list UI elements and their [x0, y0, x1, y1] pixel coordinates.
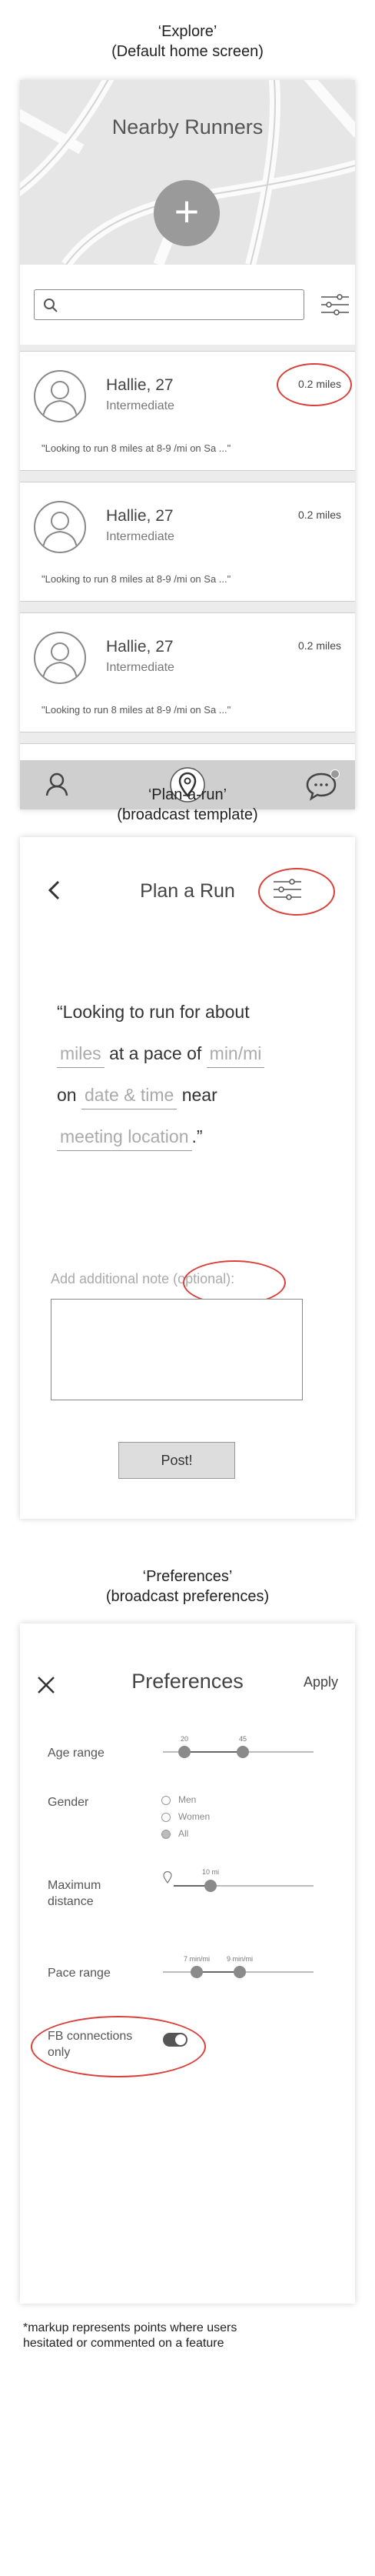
- quote-line-2: miles at a pace of min/mi: [57, 1043, 265, 1068]
- runner-level: Intermediate: [106, 399, 174, 412]
- runner-level: Intermediate: [106, 661, 174, 674]
- miles-field[interactable]: miles: [57, 1043, 105, 1068]
- prefs-caption-title: ‘Preferences’: [142, 1568, 233, 1585]
- runner-level: Intermediate: [106, 530, 174, 543]
- runner-distance: 0.2 miles: [297, 509, 341, 521]
- runner-name: Hallie, 27: [106, 376, 174, 394]
- map-strip: [20, 471, 355, 482]
- plan-caption-title: ‘Plan-a-run’: [148, 786, 227, 803]
- age-max-value: 45: [238, 1735, 247, 1743]
- runner-name: Hallie, 27: [106, 638, 174, 656]
- max-distance-label-line2: distance: [48, 1895, 94, 1908]
- gender-label: Gender: [48, 1796, 89, 1809]
- runner-card[interactable]: Hallie, 27 Intermediate 0.2 miles "Looki…: [20, 482, 355, 602]
- avatar: [34, 632, 86, 684]
- age-max-knob[interactable]: [237, 1746, 249, 1758]
- pace-max-knob[interactable]: [234, 1966, 246, 1978]
- runner-distance: 0.2 miles: [297, 639, 341, 652]
- notification-badge: [330, 769, 340, 779]
- runner-quote: "Looking to run 8 miles at 8-9 /mi on Sa…: [41, 573, 231, 585]
- pace-min-knob[interactable]: [191, 1966, 203, 1978]
- map-strip: [20, 345, 355, 351]
- gender-option-men: Men: [178, 1794, 197, 1805]
- note-textarea[interactable]: [51, 1299, 303, 1400]
- age-range-label: Age range: [48, 1747, 105, 1760]
- distance-value: 10 mi: [201, 1868, 219, 1876]
- avatar: [34, 370, 86, 422]
- gender-radio-women[interactable]: [161, 1813, 171, 1822]
- avatar: [34, 501, 86, 553]
- markup-ellipse: [31, 2016, 206, 2077]
- runner-card[interactable]: Hallie, 27 Intermediate 0.2 miles "Looki…: [20, 612, 355, 732]
- filter-icon[interactable]: [320, 289, 350, 320]
- quote-text: on: [57, 1085, 77, 1105]
- max-distance-label: Maximum distance: [48, 1877, 101, 1910]
- runner-quote: "Looking to run 8 miles at 8-9 /mi on Sa…: [41, 442, 231, 454]
- explore-caption-subtitle: (Default home screen): [111, 43, 264, 60]
- pace-field[interactable]: min/mi: [206, 1043, 265, 1068]
- post-button[interactable]: Post!: [118, 1442, 235, 1479]
- explore-caption-title: ‘Explore’: [158, 23, 217, 40]
- gender-radio-all[interactable]: [161, 1830, 171, 1839]
- explore-caption: ‘Explore’ (Default home screen): [0, 22, 375, 62]
- pace-min-value: 7 min/mi: [183, 1955, 210, 1963]
- prefs-caption-subtitle: (broadcast preferences): [105, 1588, 270, 1605]
- markup-ellipse: [258, 868, 335, 916]
- footnote: *markup represents points where users he…: [23, 2321, 361, 2351]
- gender-radio-men[interactable]: [161, 1796, 171, 1805]
- quote-line-4: meeting location.”: [57, 1126, 203, 1151]
- add-run-button[interactable]: +: [154, 180, 220, 246]
- plan-caption-subtitle: (broadcast template): [117, 806, 258, 823]
- runner-name: Hallie, 27: [106, 507, 174, 525]
- pace-range-label: Pace range: [48, 1967, 111, 1980]
- map-strip: [20, 602, 355, 612]
- age-min-value: 20: [180, 1735, 188, 1743]
- quote-line-1: “Looking to run for about: [57, 1002, 250, 1022]
- distance-knob[interactable]: [204, 1880, 217, 1892]
- pace-max-value: 9 min/mi: [226, 1955, 253, 1963]
- gender-option-all: All: [178, 1828, 189, 1839]
- user-icon: [42, 642, 78, 680]
- footnote-line1: *markup represents points where users: [23, 2321, 237, 2334]
- screen-title: Nearby Runners: [111, 115, 264, 138]
- location-field[interactable]: meeting location: [57, 1126, 192, 1151]
- age-min-knob[interactable]: [178, 1746, 191, 1758]
- user-icon: [42, 512, 78, 549]
- location-pin-icon: [163, 1871, 172, 1884]
- plan-caption: ‘Plan-a-run’ (broadcast template): [0, 785, 375, 825]
- quote-line-3: on date & time near: [57, 1085, 217, 1109]
- preferences-screen: Preferences Apply Age range 20 45 Gender…: [20, 1623, 355, 2304]
- date-time-field[interactable]: date & time: [81, 1085, 178, 1109]
- footnote-line2: hesitated or commented on a feature: [23, 2337, 224, 2350]
- max-distance-label-line1: Maximum: [48, 1879, 101, 1892]
- markup-ellipse: [277, 363, 352, 406]
- search-icon: [44, 299, 58, 312]
- quote-text: near: [181, 1085, 217, 1105]
- quote-text: at a pace of: [109, 1043, 202, 1063]
- runner-quote: "Looking to run 8 miles at 8-9 /mi on Sa…: [41, 704, 231, 716]
- apply-button[interactable]: Apply: [304, 1674, 338, 1690]
- quote-text: .”: [191, 1126, 203, 1146]
- search-row: [20, 265, 355, 345]
- map-background[interactable]: Nearby Runners +: [20, 80, 355, 265]
- explore-screen: Nearby Runners + Hallie, 27 Intermediate…: [20, 80, 355, 809]
- search-input[interactable]: [34, 289, 304, 320]
- user-icon: [42, 381, 78, 419]
- prefs-caption: ‘Preferences’ (broadcast preferences): [0, 1567, 375, 1607]
- plan-a-run-screen: Plan a Run “Looking to run for about mil…: [20, 837, 355, 1519]
- gender-option-women: Women: [178, 1811, 211, 1822]
